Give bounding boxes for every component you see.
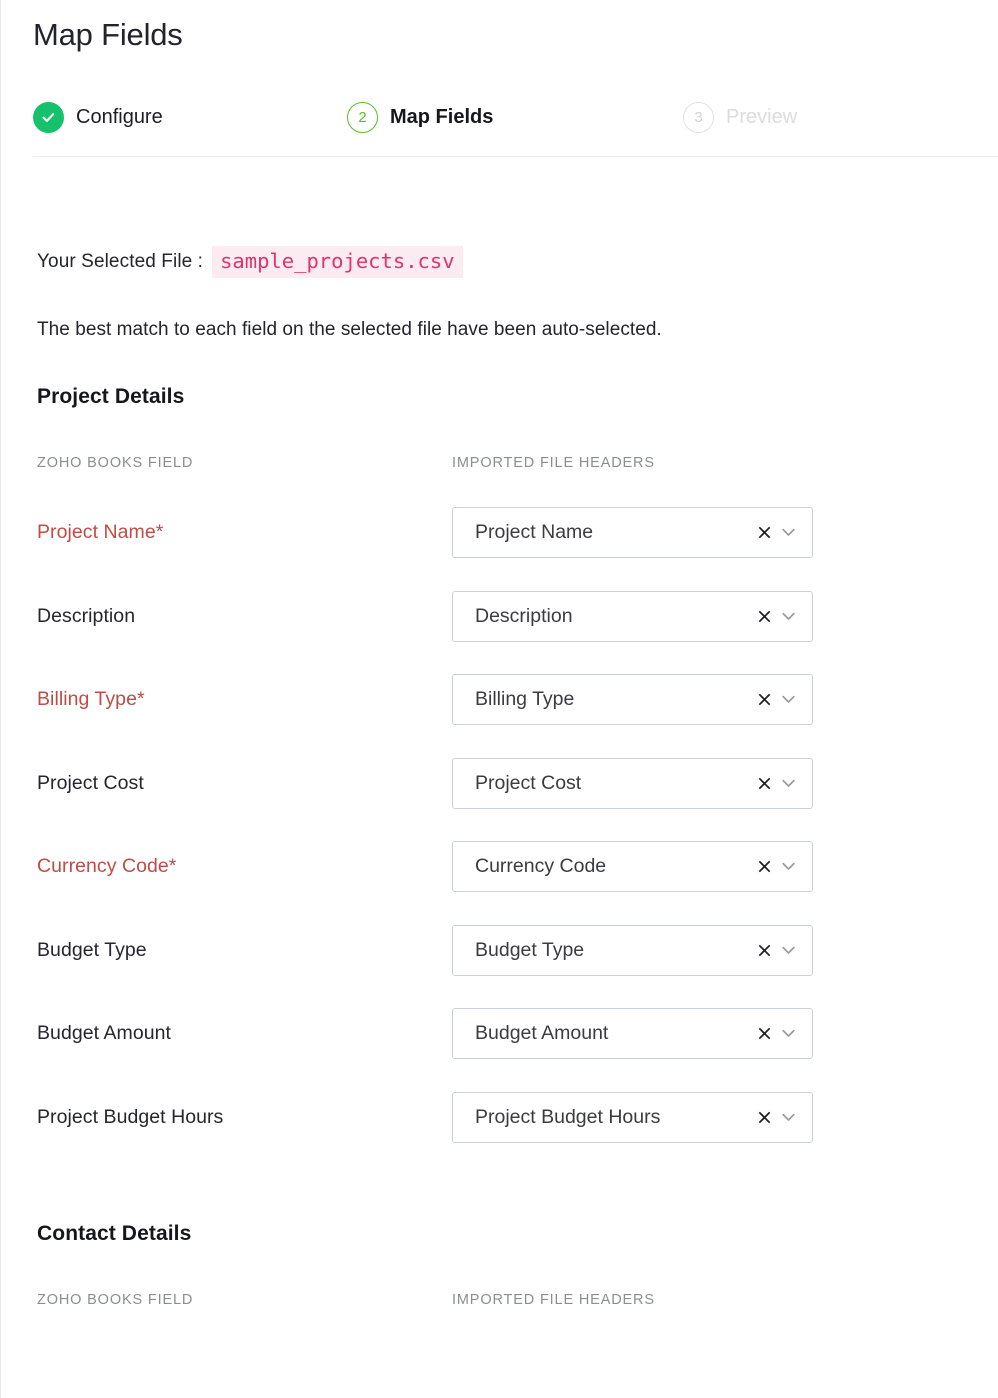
close-icon[interactable]: [754, 523, 774, 543]
select-value: Project Budget Hours: [475, 1105, 661, 1128]
header-select-billing-type[interactable]: Billing Type: [452, 674, 813, 726]
header-select-project-cost[interactable]: Project Cost: [452, 757, 813, 809]
header-select-description[interactable]: Description: [452, 590, 813, 642]
select-value: Budget Type: [475, 938, 585, 961]
close-icon[interactable]: [754, 773, 774, 793]
step-number-badge: 3: [683, 101, 714, 133]
table-row: Budget Amount Budget Amount: [37, 992, 998, 1076]
step-preview[interactable]: 3 Preview: [683, 101, 798, 133]
mapping-rows-project-details: Project Name* Project Name Description D…: [37, 491, 998, 1159]
close-icon[interactable]: [754, 857, 774, 877]
step-map-fields[interactable]: 2 Map Fields: [347, 101, 683, 133]
column-header-imported-file-headers: IMPORTED FILE HEADERS: [452, 455, 655, 472]
table-row: Budget Type Budget Type: [37, 909, 998, 993]
table-row: Project Name* Project Name: [37, 491, 998, 575]
column-headers-contact-details: ZOHO BOOKS FIELD IMPORTED FILE HEADERS: [37, 1292, 998, 1308]
field-label: Billing Type*: [37, 688, 145, 711]
step-configure[interactable]: Configure: [33, 101, 347, 133]
close-icon[interactable]: [754, 1024, 774, 1044]
step-configure-label: Configure: [76, 105, 163, 128]
select-value: Project Name: [475, 521, 594, 544]
header-select-project-name[interactable]: Project Name: [452, 507, 813, 559]
table-row: Currency Code* Currency Code: [37, 825, 998, 909]
column-header-zoho-books-field: ZOHO BOOKS FIELD: [37, 1292, 194, 1309]
column-header-imported-file-headers: IMPORTED FILE HEADERS: [452, 1292, 655, 1309]
page-left-rail: [0, 0, 1, 1398]
selected-file-row: Your Selected File : sample_projects.csv: [37, 246, 998, 278]
field-label: Currency Code*: [37, 855, 177, 878]
chevron-down-icon[interactable]: [778, 773, 798, 793]
column-headers-project-details: ZOHO BOOKS FIELD IMPORTED FILE HEADERS: [37, 455, 998, 471]
page-title: Map Fields: [33, 17, 183, 52]
select-value: Budget Amount: [475, 1022, 609, 1045]
field-label: Description: [37, 604, 136, 627]
step-preview-label: Preview: [726, 105, 798, 128]
header-select-budget-type[interactable]: Budget Type: [452, 924, 813, 976]
section-title-project-details: Project Details: [37, 385, 185, 409]
select-value: Project Cost: [475, 771, 582, 794]
field-label: Project Budget Hours: [37, 1105, 224, 1128]
field-label: Project Cost: [37, 771, 144, 794]
table-row: Description Description: [37, 575, 998, 659]
check-icon: [33, 101, 64, 133]
close-icon[interactable]: [754, 690, 774, 710]
close-icon[interactable]: [754, 606, 774, 626]
page-header: Map Fields Configure 2 Map Fields 3 Prev…: [0, 0, 998, 158]
step-number-badge: 2: [347, 101, 378, 133]
header-select-currency-code[interactable]: Currency Code: [452, 841, 813, 893]
main-content: Your Selected File : sample_projects.csv…: [0, 246, 998, 1308]
select-value: Description: [475, 604, 573, 627]
column-header-zoho-books-field: ZOHO BOOKS FIELD: [37, 455, 194, 472]
field-label: Budget Type: [37, 938, 147, 961]
close-icon[interactable]: [754, 1107, 774, 1127]
select-value: Currency Code: [475, 855, 607, 878]
chevron-down-icon[interactable]: [778, 1107, 798, 1127]
table-row: Project Cost Project Cost: [37, 742, 998, 826]
chevron-down-icon[interactable]: [778, 940, 798, 960]
table-row: Project Budget Hours Project Budget Hour…: [37, 1076, 998, 1160]
header-select-budget-amount[interactable]: Budget Amount: [452, 1008, 813, 1060]
select-value: Billing Type: [475, 688, 575, 711]
close-icon[interactable]: [754, 940, 774, 960]
chevron-down-icon[interactable]: [778, 523, 798, 543]
wizard-stepper: Configure 2 Map Fields 3 Preview: [33, 95, 998, 139]
section-title-contact-details: Contact Details: [37, 1222, 192, 1246]
step-map-fields-label: Map Fields: [390, 105, 494, 128]
field-label: Project Name*: [37, 521, 164, 544]
table-row: Billing Type* Billing Type: [37, 658, 998, 742]
selected-file-name: sample_projects.csv: [212, 246, 463, 278]
chevron-down-icon[interactable]: [778, 690, 798, 710]
chevron-down-icon[interactable]: [778, 1024, 798, 1044]
selected-file-label: Your Selected File :: [37, 251, 204, 273]
chevron-down-icon[interactable]: [778, 857, 798, 877]
helper-text: The best match to each field on the sele…: [37, 319, 662, 341]
header-select-project-budget-hours[interactable]: Project Budget Hours: [452, 1091, 813, 1143]
chevron-down-icon[interactable]: [778, 606, 798, 626]
header-divider: [33, 156, 998, 158]
field-label: Budget Amount: [37, 1022, 171, 1045]
